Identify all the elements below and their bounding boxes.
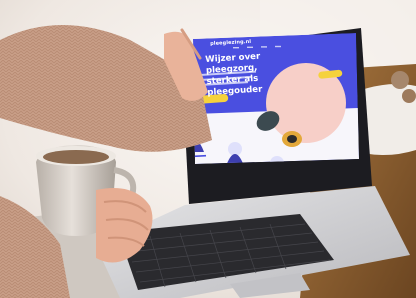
nav-link (275, 45, 281, 48)
coffee (43, 150, 109, 164)
photo-scene: pleeglezing.nl Wijzer over pleegzorg, st… (0, 0, 416, 298)
nav-link (247, 46, 253, 48)
pinecone-decor (391, 71, 409, 89)
nav-link (261, 46, 267, 48)
photo-illustration (0, 0, 416, 298)
nav-link (233, 47, 239, 49)
feature-illustration-2 (228, 142, 242, 156)
